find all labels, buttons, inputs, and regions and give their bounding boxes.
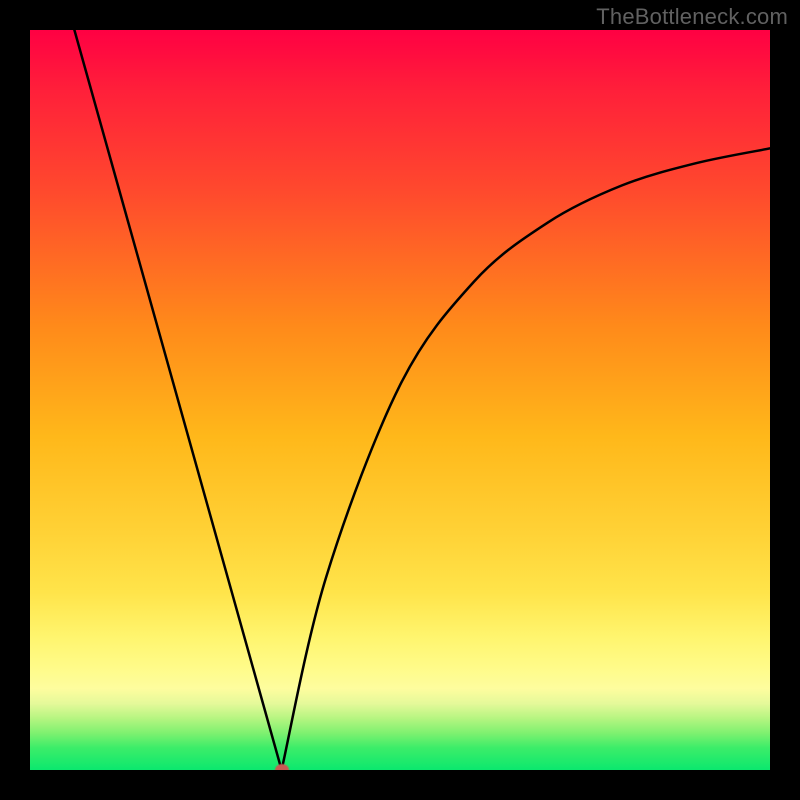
plot-area [30,30,770,770]
watermark-text: TheBottleneck.com [596,4,788,30]
minimum-marker [275,764,289,770]
curve-svg [30,30,770,770]
curve-path [74,30,770,770]
chart-container: TheBottleneck.com [0,0,800,800]
